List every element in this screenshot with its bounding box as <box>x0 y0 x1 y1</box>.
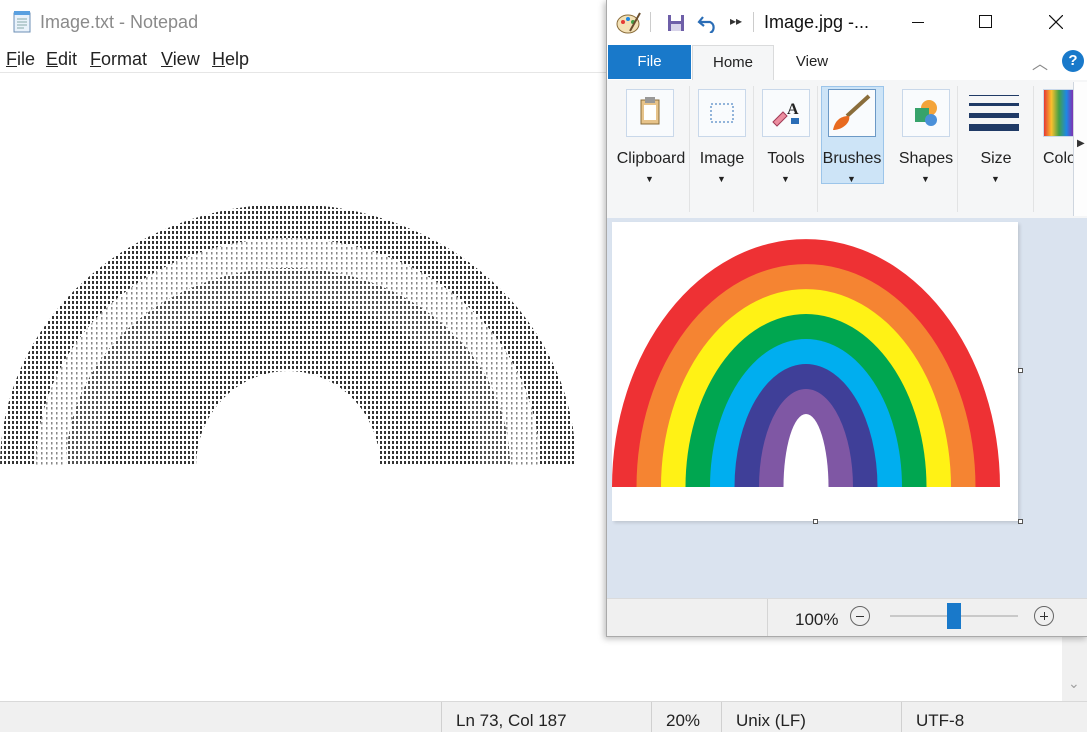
shapes-dropdown-icon: ▼ <box>921 174 930 184</box>
minimize-icon <box>912 22 924 23</box>
scroll-down-icon[interactable]: ⌄ <box>1068 676 1082 690</box>
size-label: Size <box>980 150 1012 167</box>
zoom-out-button[interactable] <box>850 606 870 626</box>
paint-ribbon-tabs: File Home View ︿ ? <box>607 44 1087 81</box>
paint-canvas-area[interactable] <box>607 218 1087 598</box>
close-icon <box>1049 15 1063 29</box>
tools-icon: A <box>772 101 799 127</box>
resize-handle-bottom[interactable] <box>813 519 818 524</box>
shapes-label: Shapes <box>898 150 954 167</box>
tab-view[interactable]: View <box>777 45 847 80</box>
group-tools[interactable]: A Tools ▼ <box>755 86 818 212</box>
minus-icon <box>856 616 864 617</box>
menu-help[interactable]: Help <box>212 49 249 70</box>
menu-view[interactable]: View <box>161 49 200 70</box>
collapse-ribbon-icon[interactable]: ︿ <box>1032 50 1048 74</box>
paint-statusbar: 100% <box>607 598 1087 636</box>
shapes-icon-box <box>902 89 950 137</box>
minimize-button[interactable] <box>895 0 941 44</box>
rainbow-image <box>612 239 1000 487</box>
group-colors[interactable]: Colo <box>1037 86 1077 212</box>
undo-icon[interactable] <box>697 13 719 33</box>
status-position: Ln 73, Col 187 <box>441 702 652 732</box>
zoom-percentage: 100% <box>795 610 839 629</box>
tab-home[interactable]: Home <box>692 45 774 81</box>
paint-ribbon: Clipboard ▼ Image ▼ A Tools ▼ Brushes ▼ … <box>607 80 1087 219</box>
tools-icon-box: A <box>762 89 810 137</box>
chevron-right-icon: ▶ <box>1077 138 1085 149</box>
tools-dropdown-icon: ▼ <box>781 174 790 184</box>
resize-handle-right[interactable] <box>1018 368 1023 373</box>
brushes-label: Brushes <box>822 150 882 167</box>
paint-canvas[interactable] <box>612 222 1018 521</box>
shapes-icon <box>915 100 937 126</box>
status-zoom: 20% <box>651 702 722 732</box>
close-button[interactable] <box>1032 0 1078 44</box>
image-label: Image <box>699 150 745 167</box>
select-icon-box <box>698 89 746 137</box>
menu-file[interactable]: File <box>6 49 35 70</box>
ascii-rainbow-art <box>0 204 576 466</box>
status-line-ending: Unix (LF) <box>721 702 902 732</box>
paint-palette-icon <box>616 12 641 34</box>
zoom-in-button[interactable] <box>1034 606 1054 626</box>
brushes-icon-box <box>828 89 876 137</box>
save-icon[interactable] <box>667 14 685 32</box>
edit-colors-icon <box>1043 89 1074 137</box>
group-shapes[interactable]: Shapes ▼ <box>895 86 958 212</box>
group-brushes[interactable]: Brushes ▼ <box>821 86 883 212</box>
notepad-icon <box>13 11 31 33</box>
group-size[interactable]: Size ▼ <box>959 86 1034 212</box>
tools-label: Tools <box>767 150 805 167</box>
notepad-statusbar: Ln 73, Col 187 20% Unix (LF) UTF-8 <box>0 701 1087 732</box>
select-icon <box>710 103 734 123</box>
tab-file[interactable]: File <box>608 45 691 79</box>
size-dropdown-icon: ▼ <box>991 174 1000 184</box>
clipboard-dropdown-icon: ▼ <box>645 174 654 184</box>
clipboard-icon-box <box>626 89 674 137</box>
maximize-button[interactable] <box>962 0 1008 44</box>
maximize-icon <box>979 15 992 28</box>
notepad-vertical-scrollbar[interactable]: ⌄ <box>1062 636 1087 701</box>
notepad-menubar: File Edit Format View Help <box>0 46 610 72</box>
clipboard-icon <box>640 97 660 125</box>
zoom-slider-thumb[interactable] <box>947 603 961 629</box>
notepad-window-title: Image.txt - Notepad <box>40 12 199 32</box>
colors-label: Colo <box>1043 150 1076 167</box>
ribbon-scroll-right-button[interactable]: ▶ <box>1073 82 1087 216</box>
image-dropdown-icon: ▼ <box>717 174 726 184</box>
paint-window: ▸▸ Image.jpg -... File Home View ︿ ? Cli… <box>606 0 1087 637</box>
status-encoding: UTF-8 <box>901 702 1062 732</box>
size-icon <box>969 95 1019 131</box>
svg-text:A: A <box>787 101 799 118</box>
menu-format[interactable]: Format <box>90 49 147 70</box>
menu-edit[interactable]: Edit <box>46 49 77 70</box>
brush-icon <box>833 94 871 130</box>
brushes-dropdown-icon: ▼ <box>847 174 856 184</box>
paint-titlebar: ▸▸ Image.jpg -... <box>607 0 1087 44</box>
resize-handle-corner[interactable] <box>1018 519 1023 524</box>
help-icon[interactable]: ? <box>1062 50 1084 72</box>
group-image[interactable]: Image ▼ <box>691 86 754 212</box>
group-clipboard[interactable]: Clipboard ▼ <box>613 86 690 212</box>
paint-window-title: Image.jpg -... <box>764 12 870 32</box>
customize-toolbar-icon[interactable]: ▸▸ <box>730 14 742 28</box>
clipboard-label: Clipboard <box>616 150 686 167</box>
zoom-slider[interactable] <box>890 603 1018 629</box>
